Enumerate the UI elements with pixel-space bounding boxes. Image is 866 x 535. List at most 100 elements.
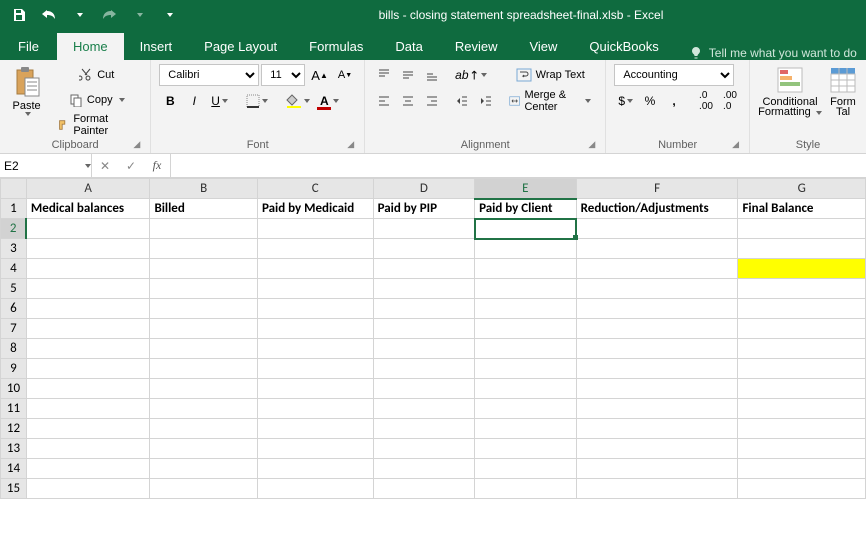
align-left-button[interactable] <box>373 90 395 112</box>
cell-C7[interactable] <box>257 319 373 339</box>
cell-C15[interactable] <box>257 479 373 499</box>
cell-E8[interactable] <box>475 339 577 359</box>
cell-G1[interactable]: Final Balance <box>738 199 866 219</box>
cell-C14[interactable] <box>257 459 373 479</box>
clipboard-dialog-launcher[interactable]: ◢ <box>131 139 142 150</box>
tab-review[interactable]: Review <box>439 33 514 60</box>
column-header-E[interactable]: E <box>475 179 577 199</box>
cell-G2[interactable] <box>738 219 866 239</box>
cell-B14[interactable] <box>150 459 258 479</box>
cancel-icon[interactable]: ✕ <box>92 154 118 178</box>
cell-B13[interactable] <box>150 439 258 459</box>
format-painter-button[interactable]: Format Painter <box>51 114 142 136</box>
fill-color-button[interactable] <box>282 90 314 112</box>
cell-E9[interactable] <box>475 359 577 379</box>
percent-format-button[interactable]: % <box>639 90 661 112</box>
cell-D4[interactable] <box>373 259 475 279</box>
alignment-dialog-launcher[interactable]: ◢ <box>586 139 597 150</box>
cell-D2[interactable] <box>373 219 475 239</box>
cell-C6[interactable] <box>257 299 373 319</box>
spreadsheet-grid[interactable]: ABCDEFG1Medical balancesBilledPaid by Me… <box>0 178 866 499</box>
cell-E2[interactable] <box>475 219 577 239</box>
increase-decimal-button[interactable]: .0.00 <box>695 90 717 112</box>
cell-F7[interactable] <box>576 319 738 339</box>
cell-F5[interactable] <box>576 279 738 299</box>
cell-A7[interactable] <box>26 319 150 339</box>
cell-E11[interactable] <box>475 399 577 419</box>
cell-B1[interactable]: Billed <box>150 199 258 219</box>
tab-quickbooks[interactable]: QuickBooks <box>573 33 674 60</box>
cell-C13[interactable] <box>257 439 373 459</box>
cell-C9[interactable] <box>257 359 373 379</box>
tab-view[interactable]: View <box>513 33 573 60</box>
name-box-input[interactable] <box>0 155 82 177</box>
cell-G12[interactable] <box>738 419 866 439</box>
cell-D12[interactable] <box>373 419 475 439</box>
font-size-combo[interactable]: 11 <box>261 64 305 86</box>
cell-C12[interactable] <box>257 419 373 439</box>
accounting-format-button[interactable]: $ <box>614 90 637 112</box>
cell-E15[interactable] <box>475 479 577 499</box>
cell-A4[interactable] <box>26 259 150 279</box>
cell-A2[interactable] <box>26 219 150 239</box>
cell-F8[interactable] <box>576 339 738 359</box>
cell-G5[interactable] <box>738 279 866 299</box>
align-right-button[interactable] <box>421 90 443 112</box>
column-header-C[interactable]: C <box>257 179 373 199</box>
cell-B4[interactable] <box>150 259 258 279</box>
number-dialog-launcher[interactable]: ◢ <box>730 139 741 150</box>
cell-A15[interactable] <box>26 479 150 499</box>
cell-E1[interactable]: Paid by Client <box>475 199 577 219</box>
cell-G10[interactable] <box>738 379 866 399</box>
increase-indent-button[interactable] <box>475 90 497 112</box>
cell-D3[interactable] <box>373 239 475 259</box>
row-header-1[interactable]: 1 <box>1 199 27 219</box>
cell-C8[interactable] <box>257 339 373 359</box>
cell-B2[interactable] <box>150 219 258 239</box>
cell-C1[interactable]: Paid by Medicaid <box>257 199 373 219</box>
cell-D1[interactable]: Paid by PIP <box>373 199 475 219</box>
redo-dropdown[interactable] <box>126 2 152 28</box>
font-name-combo[interactable]: Calibri <box>159 64 259 86</box>
cell-C11[interactable] <box>257 399 373 419</box>
cell-A11[interactable] <box>26 399 150 419</box>
cell-F14[interactable] <box>576 459 738 479</box>
align-bottom-button[interactable] <box>421 64 443 86</box>
cell-C5[interactable] <box>257 279 373 299</box>
cell-B3[interactable] <box>150 239 258 259</box>
increase-font-button[interactable]: A▲ <box>307 64 332 86</box>
align-middle-button[interactable] <box>397 64 419 86</box>
paste-button[interactable]: Paste <box>8 64 45 116</box>
italic-button[interactable]: I <box>183 90 205 112</box>
font-dialog-launcher[interactable]: ◢ <box>345 139 356 150</box>
cell-G8[interactable] <box>738 339 866 359</box>
row-header-4[interactable]: 4 <box>1 259 27 279</box>
merge-center-button[interactable]: Merge & Center <box>503 90 597 112</box>
cell-E10[interactable] <box>475 379 577 399</box>
row-header-15[interactable]: 15 <box>1 479 27 499</box>
enter-icon[interactable]: ✓ <box>118 154 144 178</box>
row-header-6[interactable]: 6 <box>1 299 27 319</box>
decrease-font-button[interactable]: A▼ <box>334 64 356 86</box>
column-header-F[interactable]: F <box>576 179 738 199</box>
cell-B9[interactable] <box>150 359 258 379</box>
cell-B15[interactable] <box>150 479 258 499</box>
cell-B7[interactable] <box>150 319 258 339</box>
row-header-2[interactable]: 2 <box>1 219 27 239</box>
row-header-3[interactable]: 3 <box>1 239 27 259</box>
cell-A1[interactable]: Medical balances <box>26 199 150 219</box>
cell-G3[interactable] <box>738 239 866 259</box>
cell-C10[interactable] <box>257 379 373 399</box>
qat-customize[interactable] <box>156 2 182 28</box>
save-button[interactable] <box>6 2 32 28</box>
cell-E5[interactable] <box>475 279 577 299</box>
row-header-10[interactable]: 10 <box>1 379 27 399</box>
cell-D10[interactable] <box>373 379 475 399</box>
cell-E12[interactable] <box>475 419 577 439</box>
tell-me[interactable]: Tell me what you want to do <box>689 46 857 60</box>
cell-A6[interactable] <box>26 299 150 319</box>
cell-F2[interactable] <box>576 219 738 239</box>
orientation-button[interactable]: ab↗ <box>451 64 490 86</box>
cell-F15[interactable] <box>576 479 738 499</box>
row-header-5[interactable]: 5 <box>1 279 27 299</box>
